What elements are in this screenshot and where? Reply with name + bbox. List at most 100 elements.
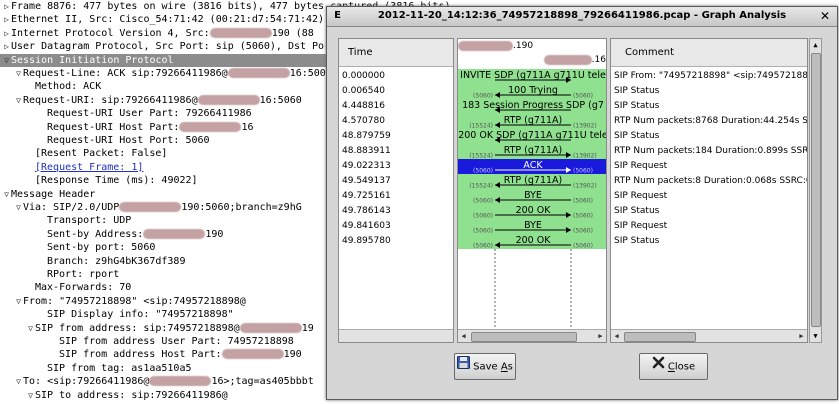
tree-row[interactable]: SIP from address User Part: 74957218898 xyxy=(0,335,294,348)
flow-graph-panel[interactable]: .190 .16 INVITE SDP (g711A g711U tele 100… xyxy=(457,38,607,343)
comment-cell[interactable]: SIP From: "74957218898" <sip:74957218898… xyxy=(611,69,807,84)
comment-panel[interactable]: Comment SIP From: "74957218898" <sip:749… xyxy=(610,38,808,343)
collapsed-triangle-icon[interactable]: ▷ xyxy=(2,40,11,53)
tree-row[interactable]: SIP from tag: as1aa510a5 xyxy=(0,362,192,375)
time-cell[interactable]: 4.570780 xyxy=(339,114,385,129)
expanded-triangle-icon[interactable]: ▽ xyxy=(26,322,35,335)
tree-row[interactable]: SIP Display info: "74957218898" xyxy=(0,308,234,321)
scroll-left-arrow-icon[interactable]: ◀ xyxy=(611,330,622,342)
time-cell[interactable]: 48.883911 xyxy=(339,144,391,159)
tree-row[interactable]: Method: ACK xyxy=(0,80,101,93)
comment-cell[interactable]: SIP Status xyxy=(611,234,659,249)
tree-row[interactable]: ▽ Via: SIP/2.0/UDP 190:5060;branch=z9hG xyxy=(0,201,302,214)
time-cell[interactable]: 49.895780 xyxy=(339,234,391,249)
tree-row-tail: 190:5060;branch=z9hG xyxy=(181,202,302,213)
tree-row[interactable]: ▷ Ethernet II, Src: Cisco_54:71:42 (00:21… xyxy=(0,13,324,26)
tree-row[interactable]: ▽ Request-URI: sip:79266411986@ 16:5060 xyxy=(0,94,302,107)
scroll-down-arrow-icon[interactable]: ▼ xyxy=(810,330,821,342)
expanded-triangle-icon[interactable]: ▽ xyxy=(14,201,23,214)
tree-row[interactable]: ▽ SIP to address: sip:79266411986@ xyxy=(0,389,228,402)
save-as-button[interactable]: Save As xyxy=(454,353,516,380)
tree-row-text: Internet Protocol Version 4, Src: xyxy=(11,27,210,39)
flow-hscroll-thumb[interactable] xyxy=(471,332,577,342)
time-cell[interactable]: 49.786143 xyxy=(339,204,391,219)
dialog-titlebar[interactable]: E 2012-11-20_14:12:36_74957218898_792664… xyxy=(327,7,837,27)
flow-graph-canvas[interactable]: INVITE SDP (g711A g711U tele 100 Trying (5… xyxy=(458,39,606,329)
flow-hscrollbar[interactable]: ◀ ▶ xyxy=(458,329,606,342)
comment-cell[interactable]: SIP Status xyxy=(611,129,659,144)
comment-hscrollbar[interactable]: ◀ ▶ xyxy=(611,329,807,342)
expanded-triangle-icon[interactable]: ▽ xyxy=(14,67,23,80)
tree-row[interactable]: ▷ Internet Protocol Version 4, Src: 190 (8… xyxy=(0,27,314,40)
comment-cell[interactable]: SIP Request xyxy=(611,189,667,204)
flow-src-port-label: (15524) xyxy=(469,123,493,130)
comment-cell[interactable]: SIP Request xyxy=(611,219,667,234)
scroll-right-arrow-icon[interactable]: ▶ xyxy=(796,330,807,342)
time-panel[interactable]: Time 0.000000 0.006540 4.448816 4.570780 48.… xyxy=(338,38,454,343)
expanded-triangle-icon[interactable]: ▽ xyxy=(2,188,11,201)
tree-row[interactable]: Request-URI User Part: 79266411986 xyxy=(0,107,252,120)
tree-row[interactable]: Sent-by port: 5060 xyxy=(0,241,155,254)
close-button[interactable]: Close xyxy=(639,353,708,380)
time-cell[interactable]: 4.448816 xyxy=(339,99,385,114)
collapsed-triangle-icon[interactable]: ▷ xyxy=(2,0,11,13)
comment-cell[interactable]: RTP Num packets:8 Duration:0.068s SSRC:0… xyxy=(611,174,807,189)
tree-row-text: [Response Time (ms): 49022] xyxy=(35,175,198,187)
expanded-triangle-icon[interactable]: ▽ xyxy=(2,54,11,67)
flow-message-label: ACK xyxy=(523,160,543,171)
tree-row-tail: 190 xyxy=(205,228,224,240)
tree-row[interactable]: ▷ User Datagram Protocol, Src Port: sip (… xyxy=(0,40,330,53)
time-cell[interactable]: 49.022313 xyxy=(339,159,391,174)
redacted-ip xyxy=(227,68,290,78)
expanded-triangle-icon[interactable]: ▽ xyxy=(26,389,35,402)
tree-row[interactable]: [Response Time (ms): 49022] xyxy=(0,174,198,187)
tree-row[interactable]: [Request Frame: 1] xyxy=(0,161,143,174)
collapsed-triangle-icon[interactable]: ▷ xyxy=(2,13,11,26)
tree-row[interactable]: ▽ Session Initiation Protocol xyxy=(0,53,332,67)
tree-row[interactable]: ▽ From: "74957218898" <sip:74957218898@ xyxy=(0,295,246,308)
floppy-disk-icon xyxy=(457,354,471,379)
tree-row[interactable]: ▽ SIP from address: sip:74957218898@ 19 xyxy=(0,322,314,335)
scroll-left-arrow-icon[interactable]: ◀ xyxy=(458,330,469,342)
tree-row[interactable]: ▽ To: <sip:79266411986@ 16>;tag=as405bbbt xyxy=(0,375,314,388)
expanded-triangle-icon[interactable]: ▽ xyxy=(14,94,23,107)
collapsed-triangle-icon[interactable]: ▷ xyxy=(2,27,11,40)
tree-row[interactable]: [Resent Packet: False] xyxy=(0,147,167,160)
tree-row[interactable]: Request-URI Host Port: 5060 xyxy=(0,134,210,147)
flow-message-label: BYE xyxy=(524,190,542,201)
comment-column-header: Comment xyxy=(611,39,807,67)
comment-cell[interactable]: RTP Num packets:8768 Duration:44.254s SS… xyxy=(611,114,807,129)
tree-row[interactable]: Transport: UDP xyxy=(0,214,131,227)
time-cell[interactable]: 48.879759 xyxy=(339,129,391,144)
flow-message-label: RTP (g711A) xyxy=(504,145,563,156)
tree-row[interactable]: Max-Forwards: 70 xyxy=(0,281,131,294)
window-close-icon[interactable]: ✕ xyxy=(818,9,832,23)
time-cell[interactable]: 49.841603 xyxy=(339,219,391,234)
tree-row[interactable]: RPort: rport xyxy=(0,268,119,281)
expanded-triangle-icon[interactable]: ▽ xyxy=(14,375,23,388)
expanded-triangle-icon[interactable]: ▽ xyxy=(14,295,23,308)
time-cell[interactable]: 0.000000 xyxy=(339,69,385,84)
vertical-scrollbar[interactable]: ▲ ▼ xyxy=(809,38,822,343)
time-cell[interactable]: 49.725161 xyxy=(339,189,391,204)
tree-row[interactable]: Sent-by Address: 190 xyxy=(0,228,223,241)
comment-cell[interactable]: SIP Status xyxy=(611,99,659,114)
time-cell[interactable]: 49.549137 xyxy=(339,174,391,189)
tree-row-text: [Resent Packet: False] xyxy=(35,148,168,160)
comment-cell[interactable]: RTP Num packets:184 Duration:0.899s SSRC… xyxy=(611,144,807,159)
comment-hscroll-thumb[interactable] xyxy=(624,332,696,342)
scroll-up-arrow-icon[interactable]: ▲ xyxy=(810,39,821,51)
vertical-scroll-thumb[interactable] xyxy=(811,53,821,327)
tree-row[interactable]: ▽ Message Header xyxy=(0,188,95,201)
comment-cell[interactable]: SIP Status xyxy=(611,84,659,99)
tree-row[interactable]: ▽ Request-Line: ACK sip:79266411986@ 16:50… xyxy=(0,67,326,80)
comment-cell[interactable]: SIP Status xyxy=(611,204,659,219)
tree-row-text: Method: ACK xyxy=(35,81,102,93)
scroll-right-arrow-icon[interactable]: ▶ xyxy=(595,330,606,342)
tree-row[interactable]: Branch: z9hG4bK367df389 xyxy=(0,255,185,268)
comment-cell[interactable]: SIP Request xyxy=(611,159,667,174)
tree-row[interactable]: SIP from address Host Part: 190 xyxy=(0,348,302,361)
time-cell[interactable]: 0.006540 xyxy=(339,84,385,99)
tree-row[interactable]: Request-URI Host Part: 16 xyxy=(0,121,254,134)
time-hscrollbar[interactable] xyxy=(339,329,453,342)
